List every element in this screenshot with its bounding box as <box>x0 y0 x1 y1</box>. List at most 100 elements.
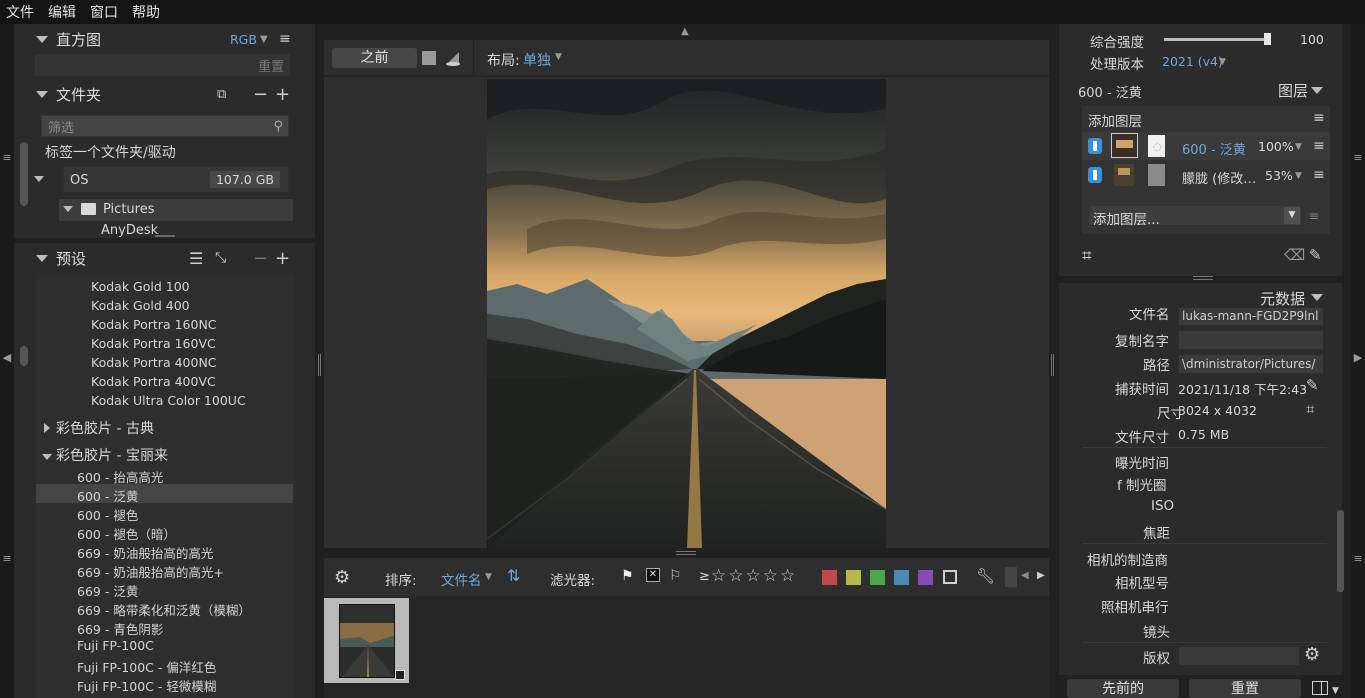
layer-name[interactable]: 朦胧 (修改… <box>1182 168 1256 187</box>
copyright-field[interactable] <box>1178 646 1300 666</box>
layer-visibility-toggle[interactable] <box>1088 167 1102 183</box>
preset-item[interactable]: 669 - 略带柔化和泛黄（模糊） <box>77 600 251 619</box>
metadata-scrollbar[interactable] <box>1337 510 1344 592</box>
layer-name[interactable]: 600 - 泛黄 <box>1182 139 1246 158</box>
layers-title[interactable]: 图层 <box>1278 80 1308 101</box>
collapse-right-icon[interactable]: ▶ <box>1352 351 1364 364</box>
layer-options-icon[interactable]: ≡ <box>1309 209 1319 223</box>
panel-resize-handle[interactable] <box>1193 276 1213 280</box>
gear-icon[interactable]: ⚙ <box>1304 644 1320 665</box>
color-label-filter[interactable] <box>846 570 861 585</box>
before-button[interactable]: 之前 <box>332 48 417 68</box>
preset-item[interactable]: Fuji FP-100C - 轻微模糊 <box>77 676 216 695</box>
color-label-filter[interactable] <box>918 570 933 585</box>
grip-icon[interactable]: ≡ <box>1352 552 1364 565</box>
chevron-down-icon[interactable]: ▼ <box>1219 57 1226 67</box>
sort-direction-icon[interactable]: ⇅ <box>507 566 520 585</box>
version-select[interactable]: 2021 (v4) <box>1162 54 1223 69</box>
menu-edit[interactable]: 编辑 <box>48 2 76 22</box>
preset-item[interactable]: Kodak Ultra Color 100UC <box>91 393 246 408</box>
list-view-icon[interactable]: ☰ <box>189 249 203 268</box>
flag-picked-icon[interactable]: ⚑ <box>621 568 634 584</box>
drive-expand-icon[interactable] <box>34 176 44 182</box>
pencil-icon[interactable]: ✎ <box>1306 376 1319 394</box>
preset-item[interactable]: Kodak Portra 400NC <box>91 355 217 370</box>
thumbnail-selected[interactable] <box>324 598 409 683</box>
menu-file[interactable]: 文件 <box>6 2 34 22</box>
layer-visibility-toggle[interactable] <box>1088 138 1102 154</box>
collapse-triangle-icon[interactable] <box>1311 294 1323 301</box>
grip-icon[interactable]: ≡ <box>1 552 13 565</box>
presets-scrollbar[interactable] <box>20 346 28 366</box>
color-label-none-icon[interactable] <box>943 570 957 584</box>
brush-icon[interactable]: ✎ <box>1309 246 1322 264</box>
scroll-right-icon[interactable]: ▶ <box>1037 570 1045 581</box>
histogram-header[interactable]: 直方图 RGB ▼ ≡ <box>14 26 315 52</box>
preset-item[interactable]: Kodak Gold 400 <box>91 298 190 313</box>
strength-slider-knob[interactable] <box>1264 33 1271 45</box>
chevron-down-icon[interactable]: ▼ <box>1295 171 1302 181</box>
preset-item[interactable]: Kodak Portra 160VC <box>91 336 216 351</box>
preset-item[interactable]: 669 - 泛黄 <box>77 581 138 600</box>
histogram-mode-select[interactable]: RGB <box>230 32 257 47</box>
drive-row-os[interactable]: OS 107.0 GB <box>63 166 289 193</box>
sort-select[interactable]: 文件名 <box>441 569 482 589</box>
filename-field[interactable]: lukas-mann-FGD2P9lnl <box>1178 308 1324 326</box>
folder-row-anydesk[interactable]: AnyDesk <box>101 223 158 238</box>
add-folder-icon[interactable]: + <box>275 84 290 105</box>
preset-item[interactable]: 600 - 泛黄 <box>77 486 138 505</box>
collapse-triangle-icon[interactable] <box>1311 87 1323 94</box>
preset-item[interactable]: Kodak Gold 100 <box>91 279 190 294</box>
color-label-filter[interactable] <box>894 570 909 585</box>
collapse-all-icon[interactable]: ⤡ <box>215 250 226 266</box>
layer-opacity[interactable]: 100% <box>1258 139 1294 154</box>
wrench-icon[interactable]: 🔧︎ <box>976 567 995 585</box>
add-layer-dropdown[interactable]: 添加图层... ▼ <box>1088 205 1302 228</box>
reset-button[interactable]: 重置 <box>1189 679 1301 698</box>
path-field[interactable]: \dministrator/Pictures/ <box>1178 354 1324 374</box>
chevron-down-icon[interactable]: ▼ <box>260 34 268 45</box>
folder-filter-input[interactable]: 筛选 ⚲ <box>41 115 289 137</box>
preset-item[interactable]: Fuji FP-100C - 偏洋红色 <box>77 657 216 676</box>
menu-icon[interactable]: ≡ <box>1313 138 1325 154</box>
remove-folder-icon[interactable]: − <box>253 84 268 105</box>
add-preset-icon[interactable]: + <box>275 248 290 269</box>
preset-item[interactable]: 669 - 青色阴影 <box>77 619 163 638</box>
compare-split-icon[interactable] <box>445 50 461 66</box>
scroll-left-icon[interactable]: ◀ <box>1021 570 1029 581</box>
histogram-reset-button[interactable]: 重置 <box>258 56 284 75</box>
menu-icon[interactable]: ≡ <box>1313 167 1325 183</box>
preset-item[interactable]: 600 - 褪色（暗） <box>77 524 176 543</box>
metadata-title[interactable]: 元数据 <box>1260 288 1305 309</box>
chevron-down-icon[interactable]: ▼ <box>1295 142 1302 152</box>
color-label-filter[interactable] <box>870 570 885 585</box>
remove-preset-icon[interactable]: − <box>253 248 268 269</box>
preset-item[interactable]: Kodak Portra 400VC <box>91 374 216 389</box>
crop-icon[interactable]: ⌗ <box>1306 400 1314 418</box>
chevron-down-icon[interactable]: ▼ <box>555 52 562 62</box>
flag-unflagged-icon[interactable]: ⚐ <box>669 568 682 584</box>
grip-icon[interactable]: ≡ <box>1 151 13 164</box>
menu-help[interactable]: 帮助 <box>132 2 160 22</box>
preset-item[interactable]: 669 - 奶油般抬高的高光 <box>77 543 213 562</box>
preset-item[interactable]: Fuji FP-100C <box>77 638 154 653</box>
left-splitter-handle[interactable] <box>318 354 321 376</box>
chevron-down-icon[interactable]: ▼ <box>485 572 492 582</box>
panel-resize-handle[interactable] <box>155 235 175 237</box>
preset-item[interactable]: 600 - 褪色 <box>77 505 138 524</box>
presets-header[interactable]: 预设 ☰ ⤡ − + <box>14 245 315 271</box>
menu-icon[interactable]: ≡ <box>279 31 291 47</box>
copyname-field[interactable] <box>1178 330 1324 350</box>
chevron-down-icon[interactable]: ▼ <box>1332 686 1339 696</box>
grip-icon[interactable]: ≡ <box>1352 151 1364 164</box>
search-field-stub[interactable] <box>1005 567 1017 587</box>
panel-layout-icon[interactable] <box>1312 681 1328 695</box>
color-label-filter[interactable] <box>822 570 837 585</box>
crop-icon[interactable]: ⌗ <box>1082 246 1092 266</box>
preset-item[interactable]: Kodak Portra 160NC <box>91 317 217 332</box>
collapse-left-icon[interactable]: ◀ <box>1 351 13 364</box>
right-splitter-handle[interactable] <box>1051 354 1054 376</box>
collapse-top-icon[interactable]: ▲ <box>681 26 689 37</box>
compare-square-icon[interactable] <box>422 51 436 65</box>
gear-icon[interactable]: ⚙ <box>334 567 350 588</box>
